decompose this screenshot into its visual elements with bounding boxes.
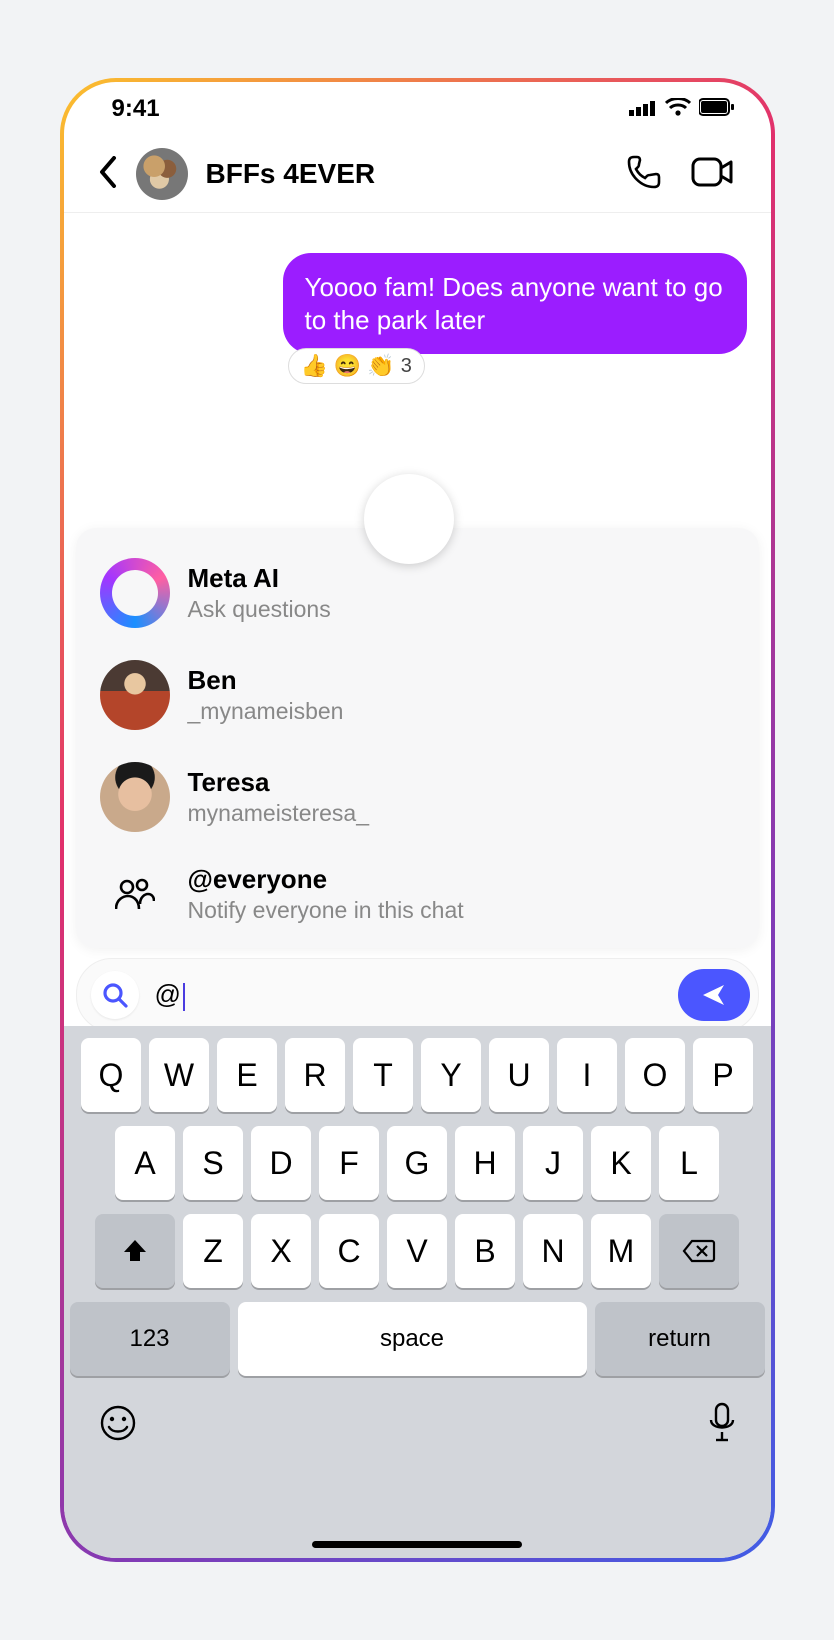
key-return[interactable]: return xyxy=(595,1302,765,1376)
keyboard-row-4: 123 space return xyxy=(70,1302,765,1376)
message-reactions[interactable]: 👍 😄 👏 3 xyxy=(288,348,425,384)
key-a[interactable]: A xyxy=(115,1126,175,1200)
send-button[interactable] xyxy=(678,969,750,1021)
outgoing-message[interactable]: Yoooo fam! Does anyone want to go to the… xyxy=(283,253,747,354)
keyboard-row-1: Q W E R T Y U I O P xyxy=(70,1038,765,1112)
wifi-icon xyxy=(665,95,691,123)
key-u[interactable]: U xyxy=(489,1038,549,1112)
status-bar: 9:41 xyxy=(64,82,771,136)
key-t[interactable]: T xyxy=(353,1038,413,1112)
key-d[interactable]: D xyxy=(251,1126,311,1200)
mention-item-ben[interactable]: Ben _mynameisben xyxy=(84,644,751,746)
key-h[interactable]: H xyxy=(455,1126,515,1200)
phone-frame: 9:41 BFFs xyxy=(60,78,775,1562)
key-i[interactable]: I xyxy=(557,1038,617,1112)
key-space[interactable]: space xyxy=(238,1302,587,1376)
key-b[interactable]: B xyxy=(455,1214,515,1288)
key-backspace[interactable] xyxy=(659,1214,739,1288)
microphone-icon xyxy=(707,1402,737,1444)
emoji-icon xyxy=(98,1403,138,1443)
send-icon xyxy=(700,981,728,1009)
battery-icon xyxy=(699,95,735,123)
video-call-button[interactable] xyxy=(677,150,747,199)
key-123[interactable]: 123 xyxy=(70,1302,230,1376)
mention-subtitle: mynameisteresa_ xyxy=(188,800,370,827)
status-time: 9:41 xyxy=(112,95,160,123)
key-o[interactable]: O xyxy=(625,1038,685,1112)
mention-subtitle: Ask questions xyxy=(188,596,331,623)
keyboard-row-2: A S D F G H J K L xyxy=(70,1126,765,1200)
key-v[interactable]: V xyxy=(387,1214,447,1288)
chat-header: BFFs 4EVER xyxy=(64,136,771,213)
keyboard-bottom-row xyxy=(70,1390,765,1449)
screen: 9:41 BFFs xyxy=(64,82,771,1558)
key-c[interactable]: C xyxy=(319,1214,379,1288)
chat-title[interactable]: BFFs 4EVER xyxy=(206,158,611,190)
reaction-emoji: 👍 xyxy=(301,353,328,379)
keyboard-row-3: Z X C V B N M xyxy=(70,1214,765,1288)
keyboard: Q W E R T Y U I O P A S D F G H xyxy=(64,1026,771,1558)
meta-ai-icon xyxy=(100,558,170,628)
search-button[interactable] xyxy=(91,971,139,1019)
user-avatar xyxy=(100,762,170,832)
key-f[interactable]: F xyxy=(319,1126,379,1200)
key-j[interactable]: J xyxy=(523,1126,583,1200)
message-input-bar: @ xyxy=(76,958,759,1032)
reaction-emoji: 👏 xyxy=(367,353,394,379)
key-y[interactable]: Y xyxy=(421,1038,481,1112)
key-w[interactable]: W xyxy=(149,1038,209,1112)
key-x[interactable]: X xyxy=(251,1214,311,1288)
key-n[interactable]: N xyxy=(523,1214,583,1288)
audio-call-button[interactable] xyxy=(611,147,677,202)
reaction-emoji: 😄 xyxy=(334,353,361,379)
mention-item-teresa[interactable]: Teresa mynameisteresa_ xyxy=(84,746,751,848)
mention-name: Teresa xyxy=(188,767,370,798)
key-k[interactable]: K xyxy=(591,1126,651,1200)
people-icon xyxy=(100,877,170,911)
cellular-icon xyxy=(629,95,657,123)
key-s[interactable]: S xyxy=(183,1126,243,1200)
key-shift[interactable] xyxy=(95,1214,175,1288)
key-l[interactable]: L xyxy=(659,1126,719,1200)
dictation-button[interactable] xyxy=(707,1402,737,1449)
shift-icon xyxy=(121,1237,149,1265)
home-indicator[interactable] xyxy=(312,1541,522,1548)
messages-area[interactable]: Yoooo fam! Does anyone want to go to the… xyxy=(64,213,771,384)
emoji-button[interactable] xyxy=(98,1403,138,1448)
mention-name: @everyone xyxy=(188,864,464,895)
search-icon xyxy=(101,981,129,1009)
input-value: @ xyxy=(155,979,181,1009)
backspace-icon xyxy=(682,1239,716,1263)
key-e[interactable]: E xyxy=(217,1038,277,1112)
reaction-count: 3 xyxy=(401,355,412,378)
key-r[interactable]: R xyxy=(285,1038,345,1112)
mention-name: Ben xyxy=(188,665,344,696)
mention-subtitle: _mynameisben xyxy=(188,698,344,725)
mention-subtitle: Notify everyone in this chat xyxy=(188,897,464,924)
key-p[interactable]: P xyxy=(693,1038,753,1112)
mention-suggestions: Meta AI Ask questions Ben _mynameisben T… xyxy=(76,528,759,948)
key-g[interactable]: G xyxy=(387,1126,447,1200)
chat-avatar[interactable] xyxy=(136,148,188,200)
touch-indicator xyxy=(364,474,454,564)
text-cursor xyxy=(183,983,185,1011)
key-q[interactable]: Q xyxy=(81,1038,141,1112)
mention-item-everyone[interactable]: @everyone Notify everyone in this chat xyxy=(84,848,751,940)
back-button[interactable] xyxy=(88,150,128,199)
user-avatar xyxy=(100,660,170,730)
key-z[interactable]: Z xyxy=(183,1214,243,1288)
key-m[interactable]: M xyxy=(591,1214,651,1288)
message-input[interactable]: @ xyxy=(139,979,678,1010)
mention-name: Meta AI xyxy=(188,563,331,594)
